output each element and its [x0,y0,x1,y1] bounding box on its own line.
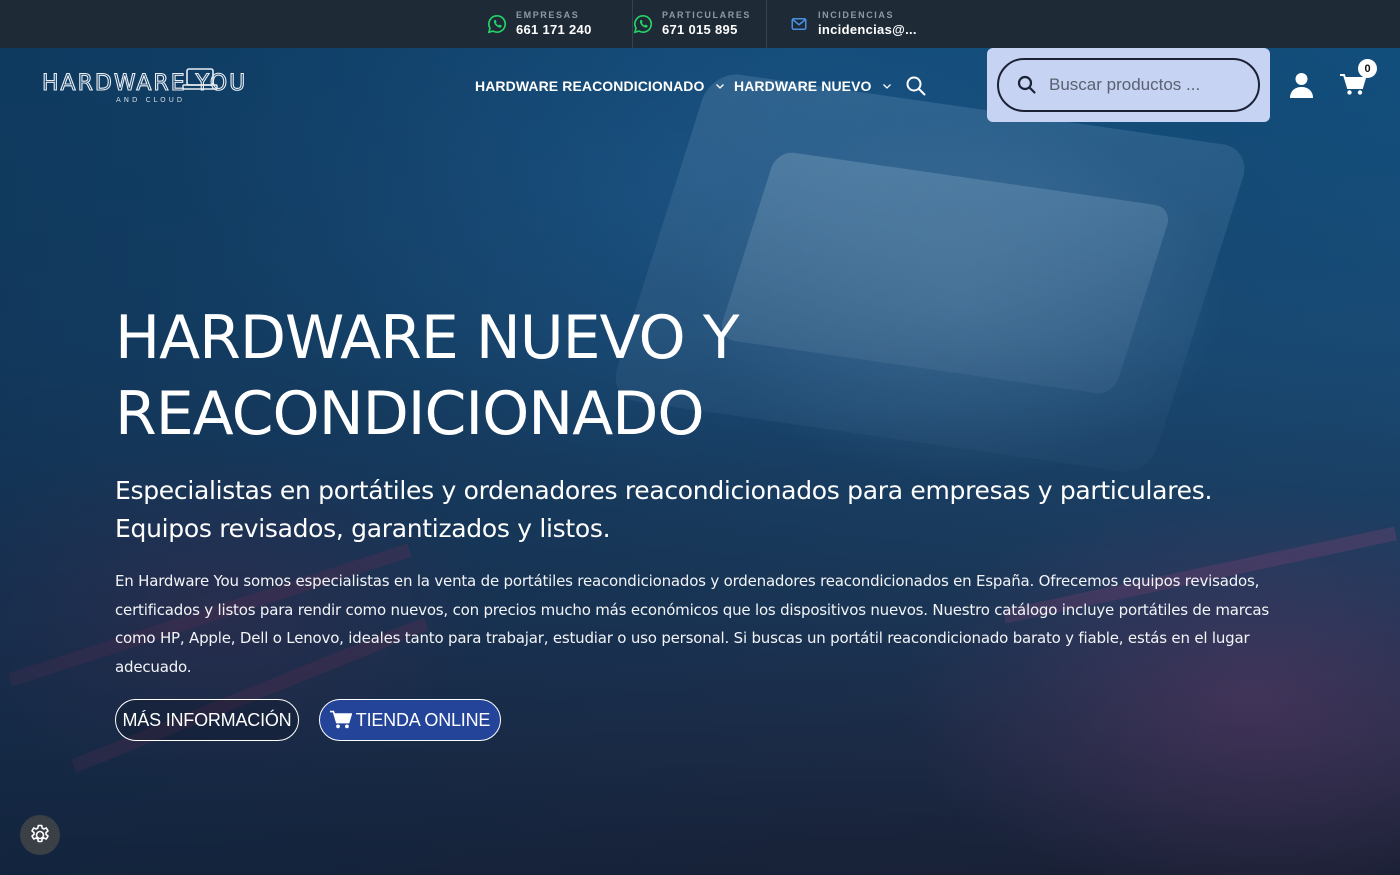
cookie-settings-button[interactable] [20,815,60,855]
search-panel [987,48,1270,122]
contact-particulares[interactable]: PARTICULARES 671 015 895 [633,0,767,48]
online-shop-button[interactable]: TIENDA ONLINE [319,699,501,741]
logo-text: HARDWARE YOU [42,71,247,96]
hero-title-line: REACONDICIONADO [115,379,705,449]
more-info-button[interactable]: MÁS INFORMACIÓN [115,699,299,741]
nav-item-reacondicionado[interactable]: HARDWARE REACONDICIONADO [475,74,725,98]
cart-count-badge: 0 [1358,59,1377,78]
chevron-down-icon [715,84,724,89]
hero-overlay [0,48,1400,875]
divider [632,0,633,48]
button-label: MÁS INFORMACIÓN [122,709,292,730]
whatsapp-icon [633,14,653,34]
hero-title: HARDWARE NUEVO Y REACONDICIONADO [115,300,915,452]
contact-bar: EMPRESAS 661 171 240 PARTICULARES 671 01… [0,0,1400,48]
contact-empresas[interactable]: EMPRESAS 661 171 240 [487,0,633,48]
whatsapp-icon [487,14,507,34]
hero-subtitle: Especialistas en portátiles y ordenadore… [115,476,1213,543]
search-field-wrapper[interactable] [997,58,1260,112]
contact-phone[interactable]: 661 171 240 [516,21,592,38]
site-logo[interactable]: HARDWARE YOU AND CLOUD [41,66,274,106]
contact-label: EMPRESAS [516,10,580,20]
nav-item-nuevo[interactable]: HARDWARE NUEVO [734,74,892,98]
cart-icon[interactable] [1340,74,1366,96]
contact-label: PARTICULARES [662,10,752,20]
contact-phone[interactable]: 671 015 895 [662,21,751,38]
svg-text:AND CLOUD: AND CLOUD [116,96,185,104]
hero-title-line: HARDWARE NUEVO Y [115,303,739,373]
contact-incidencias[interactable]: INCIDENCIAS incidencias@... [766,0,926,48]
chevron-down-icon [882,84,891,89]
user-account-icon[interactable] [1289,72,1314,98]
mail-icon [789,14,809,34]
search-icon[interactable] [905,75,927,97]
gear-icon [31,824,49,843]
contact-label: INCIDENCIAS [818,10,895,20]
nav-label: HARDWARE REACONDICIONADO [475,78,705,94]
hero-background [0,48,1400,875]
search-icon [1017,75,1036,94]
search-input[interactable] [1049,75,1239,95]
button-label: TIENDA ONLINE [355,709,491,730]
cart-icon [329,710,352,729]
nav-label: HARDWARE NUEVO [734,78,872,94]
contact-email[interactable]: incidencias@... [818,21,917,38]
hero-description: En Hardware You somos especialistas en l… [115,572,1270,677]
